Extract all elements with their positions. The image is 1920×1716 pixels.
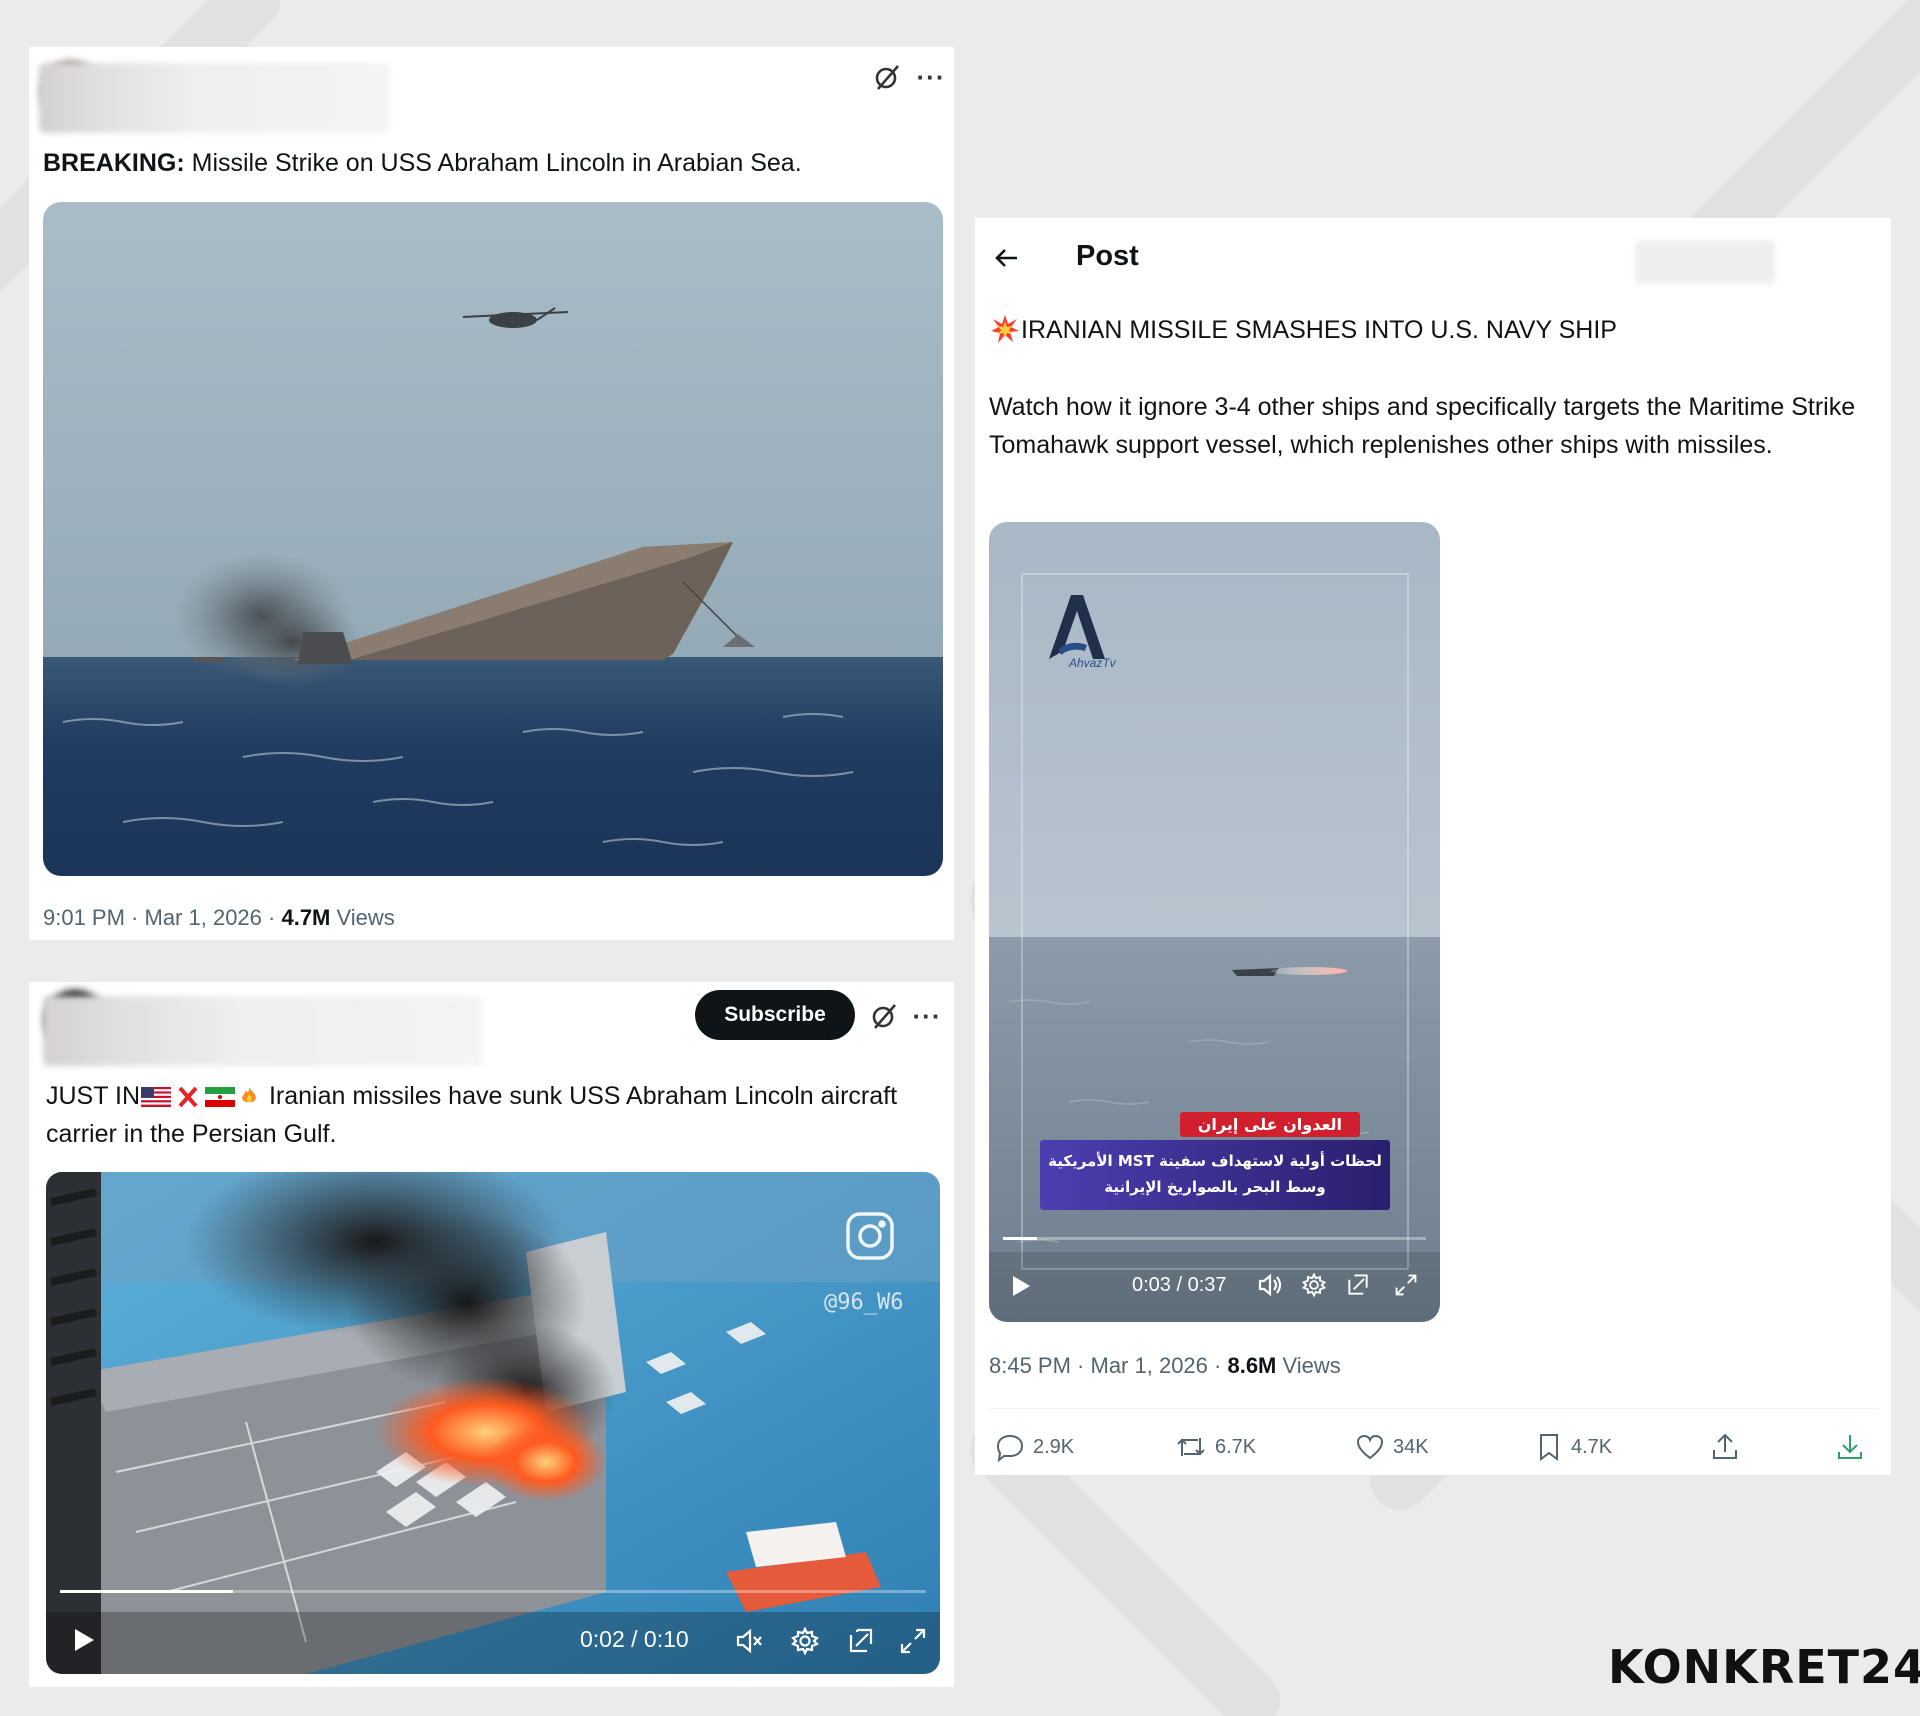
- fullscreen-icon[interactable]: [894, 1622, 932, 1660]
- post-date[interactable]: Mar 1, 2026: [1091, 1353, 1208, 1378]
- instagram-icon: [846, 1212, 894, 1260]
- post-text: JUST IN Iranian missiles have sunk USS A…: [46, 1077, 926, 1153]
- more-options-icon[interactable]: ···: [907, 996, 947, 1036]
- account-name-blurred[interactable]: [39, 63, 389, 133]
- grok-icon[interactable]: [864, 996, 904, 1036]
- headline-text: IRANIAN MISSILE SMASHES INTO U.S. NAVY S…: [1021, 316, 1617, 344]
- picture-in-picture-icon[interactable]: [1341, 1268, 1375, 1302]
- volume-icon[interactable]: [1253, 1268, 1287, 1302]
- grok-icon[interactable]: [867, 57, 907, 97]
- post-headline: IRANIAN MISSILE SMASHES INTO U.S. NAVY S…: [989, 311, 1879, 349]
- caption-line-1: لحظات أولية لاستهداف سفينة MST الأمريكية: [1048, 1152, 1382, 1170]
- settings-icon[interactable]: [1297, 1268, 1331, 1302]
- post-meta: 8:45 PM · Mar 1, 2026 · 8.6M Views: [989, 1353, 1341, 1378]
- ahvaz-tv-logo-text: AhvazTv: [1069, 656, 1116, 670]
- us-flag-icon: [141, 1087, 171, 1107]
- post-time[interactable]: 8:45 PM: [989, 1353, 1071, 1378]
- repost-count: 6.7K: [1215, 1435, 1257, 1458]
- reply-count: 2.9K: [1033, 1435, 1075, 1458]
- repost-button[interactable]: 6.7K: [1175, 1432, 1256, 1462]
- bookmark-count: 4.7K: [1571, 1435, 1613, 1458]
- post-body: Missile Strike on USS Abraham Lincoln in…: [184, 149, 802, 177]
- settings-icon[interactable]: [786, 1622, 824, 1660]
- post-date[interactable]: Mar 1, 2026: [145, 905, 262, 930]
- ahvaz-tv-logo: [1049, 595, 1105, 659]
- account-name-blurred[interactable]: [43, 996, 483, 1066]
- post-meta: 9:01 PM · Mar 1, 2026 · 4.7M Views: [43, 905, 395, 930]
- repost-icon: [1177, 1438, 1205, 1456]
- bookmark-icon: [1540, 1434, 1558, 1461]
- video-progress-fill: [60, 1590, 234, 1593]
- views-label: Views: [1276, 1353, 1341, 1378]
- reply-button[interactable]: 2.9K: [995, 1432, 1074, 1462]
- post-video-burning-carrier[interactable]: @96_W6 0:02 / 0:10: [46, 1172, 940, 1674]
- caption-line-2: وسط البحر بالصواريخ الإيرانية: [1104, 1178, 1326, 1196]
- cross-mark-icon: [178, 1087, 198, 1107]
- mute-icon[interactable]: [730, 1622, 768, 1660]
- video-progress-track[interactable]: [1003, 1237, 1426, 1240]
- more-options-icon[interactable]: ···: [911, 57, 951, 97]
- bookmark-button[interactable]: 4.7K: [1535, 1432, 1612, 1462]
- header-title: Post: [1076, 240, 1139, 272]
- caption-tag: العدوان على إيران: [1179, 1112, 1360, 1137]
- just-in-label: JUST IN: [46, 1082, 140, 1110]
- views-count: 4.7M: [281, 905, 331, 930]
- like-button[interactable]: 34K: [1355, 1432, 1429, 1462]
- video-time: 0:02 / 0:10: [580, 1626, 689, 1652]
- post-text: BREAKING: Missile Strike on USS Abraham …: [43, 144, 943, 182]
- download-icon: [1838, 1435, 1862, 1459]
- picture-in-picture-icon[interactable]: [842, 1622, 880, 1660]
- fullscreen-icon[interactable]: [1389, 1268, 1423, 1302]
- download-button[interactable]: [1835, 1432, 1865, 1462]
- play-icon[interactable]: [1003, 1268, 1039, 1304]
- post-card-navy-ship: Post IRANIAN MISSILE SMASHES INTO U.S. N…: [975, 218, 1891, 1475]
- post-video-missile[interactable]: AhvazTv العدوان على إيران لحظات أولية لا…: [989, 522, 1440, 1322]
- post-time[interactable]: 9:01 PM: [43, 905, 125, 930]
- back-arrow-icon[interactable]: [985, 236, 1029, 280]
- post-card-breaking: ··· BREAKING: Missile Strike on USS Abra…: [29, 47, 954, 940]
- post-body: Watch how it ignore 3-4 other ships and …: [989, 393, 1856, 459]
- post-card-just-in: Subscribe ··· JUST IN Iranian missiles h…: [29, 982, 954, 1687]
- caption-box: لحظات أولية لاستهداف سفينة MST الأمريكية…: [1040, 1140, 1390, 1210]
- share-icon: [1713, 1433, 1737, 1459]
- konkret24-logo: KONKRET24: [1608, 1640, 1920, 1694]
- header-action-blurred[interactable]: [1635, 240, 1775, 284]
- video-progress-track[interactable]: [60, 1590, 926, 1593]
- video-progress-fill: [1003, 1237, 1037, 1240]
- iran-flag-icon: [205, 1087, 235, 1107]
- views-label: Views: [330, 905, 395, 930]
- reply-icon: [996, 1434, 1024, 1462]
- subscribe-button[interactable]: Subscribe: [695, 990, 855, 1040]
- video-time: 0:03 / 0:37: [1132, 1274, 1227, 1296]
- share-button[interactable]: [1710, 1432, 1740, 1462]
- video-caption-overlay: العدوان على إيران لحظات أولية لاستهداف س…: [1040, 1112, 1390, 1222]
- heart-icon: [1356, 1434, 1384, 1460]
- breaking-label: BREAKING:: [43, 149, 185, 177]
- post-image-sinking-carrier[interactable]: [43, 202, 943, 876]
- video-watermark: @96_W6: [824, 1290, 904, 1315]
- collision-icon: [991, 315, 1019, 343]
- divider: [989, 1408, 1879, 1409]
- play-icon[interactable]: [64, 1620, 104, 1660]
- views-count: 8.6M: [1227, 1353, 1277, 1378]
- fire-icon: [242, 1087, 256, 1103]
- like-count: 34K: [1393, 1435, 1429, 1458]
